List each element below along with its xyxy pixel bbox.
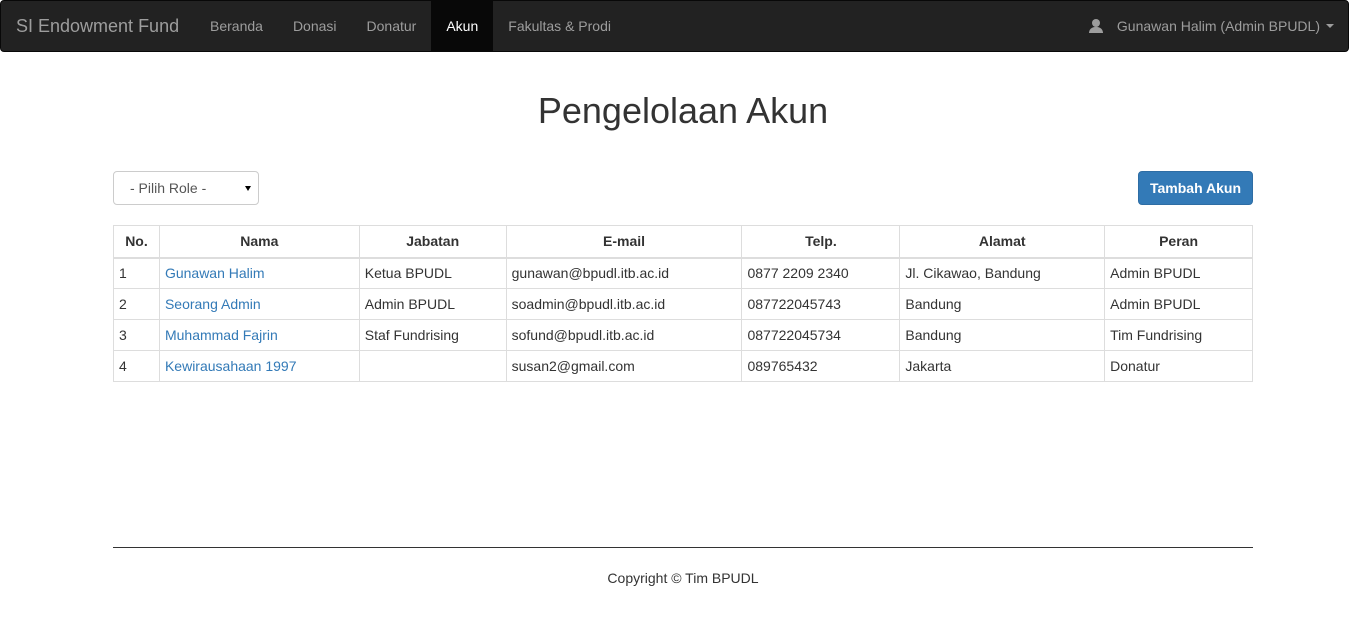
- cell-alamat: Bandung: [899, 319, 1106, 351]
- table-row: 3 Muhammad Fajrin Staf Fundrising sofund…: [113, 319, 1253, 351]
- cell-nama: Gunawan Halim: [158, 257, 360, 289]
- cell-telp: 089765432: [741, 350, 901, 382]
- cell-no: 3: [113, 319, 160, 351]
- header-peran[interactable]: Peran: [1104, 225, 1253, 259]
- cell-no: 2: [113, 288, 160, 320]
- cell-jabatan: Ketua BPUDL: [358, 257, 507, 289]
- cell-email: soadmin@bpudl.itb.ac.id: [505, 288, 743, 320]
- cell-telp: 087722045734: [741, 319, 901, 351]
- cell-email: sofund@bpudl.itb.ac.id: [505, 319, 743, 351]
- footer-divider: [113, 547, 1253, 548]
- page-title: Pengelolaan Akun: [537, 90, 829, 131]
- cell-jabatan: Admin BPUDL: [358, 288, 507, 320]
- user-menu-label: Gunawan Halim (Admin BPUDL): [1116, 18, 1320, 34]
- user-menu-dropdown[interactable]: Gunawan Halim (Admin BPUDL): [1088, 1, 1334, 51]
- cell-jabatan: [358, 350, 507, 382]
- cell-telp: 0877 2209 2340: [741, 257, 901, 289]
- role-select-value: - Pilih Role -: [130, 180, 207, 196]
- nav-item-fakultas-prodi[interactable]: Fakultas & Prodi: [493, 1, 626, 51]
- header-jabatan[interactable]: Jabatan: [358, 225, 507, 259]
- account-name-link[interactable]: Gunawan Halim: [165, 265, 265, 281]
- cell-peran: Admin BPUDL: [1104, 257, 1253, 289]
- footer-copyright: Copyright © Tim BPUDL: [607, 570, 759, 586]
- cell-no: 4: [113, 350, 160, 382]
- cell-telp: 087722045743: [741, 288, 901, 320]
- user-icon: [1088, 19, 1103, 33]
- cell-nama: Seorang Admin: [158, 288, 360, 320]
- header-telp[interactable]: Telp.: [741, 225, 901, 259]
- cell-peran: Tim Fundrising: [1104, 319, 1253, 351]
- cell-peran: Donatur: [1104, 350, 1253, 382]
- cell-alamat: Jl. Cikawao, Bandung: [899, 257, 1106, 289]
- cell-alamat: Jakarta: [899, 350, 1106, 382]
- header-nama[interactable]: Nama: [158, 225, 360, 259]
- cell-alamat: Bandung: [899, 288, 1106, 320]
- table-row: 4 Kewirausahaan 1997 susan2@gmail.com 08…: [113, 350, 1253, 382]
- nav-item-beranda[interactable]: Beranda: [195, 1, 278, 51]
- header-alamat[interactable]: Alamat: [899, 225, 1106, 259]
- nav-item-donatur[interactable]: Donatur: [352, 1, 432, 51]
- accounts-table: No. Nama Jabatan E-mail Telp. Alamat Per…: [113, 225, 1253, 382]
- cell-email: susan2@gmail.com: [505, 350, 743, 382]
- cell-email: gunawan@bpudl.itb.ac.id: [505, 257, 743, 289]
- header-no[interactable]: No.: [113, 225, 160, 259]
- select-arrow-icon: [245, 186, 251, 191]
- top-navbar: SI Endowment Fund Beranda Donasi Donatur…: [0, 0, 1349, 52]
- table-row: 2 Seorang Admin Admin BPUDL soadmin@bpud…: [113, 288, 1253, 320]
- nav-item-donasi[interactable]: Donasi: [278, 1, 352, 51]
- role-select[interactable]: - Pilih Role -: [113, 171, 259, 205]
- table-header-row: No. Nama Jabatan E-mail Telp. Alamat Per…: [113, 225, 1253, 259]
- brand-link[interactable]: SI Endowment Fund: [16, 1, 179, 51]
- nav-item-akun[interactable]: Akun: [431, 1, 494, 51]
- caret-down-icon: [1326, 24, 1334, 28]
- cell-peran: Admin BPUDL: [1104, 288, 1253, 320]
- cell-no: 1: [113, 257, 160, 289]
- account-name-link[interactable]: Seorang Admin: [165, 296, 261, 312]
- cell-jabatan: Staf Fundrising: [358, 319, 507, 351]
- cell-nama: Kewirausahaan 1997: [158, 350, 360, 382]
- main-nav: Beranda Donasi Donatur Akun Fakultas & P…: [195, 1, 626, 51]
- table-row: 1 Gunawan Halim Ketua BPUDL gunawan@bpud…: [113, 257, 1253, 289]
- cell-nama: Muhammad Fajrin: [158, 319, 360, 351]
- account-name-link[interactable]: Muhammad Fajrin: [165, 327, 278, 343]
- header-email[interactable]: E-mail: [505, 225, 743, 259]
- account-name-link[interactable]: Kewirausahaan 1997: [165, 358, 297, 374]
- add-account-button[interactable]: Tambah Akun: [1138, 171, 1253, 205]
